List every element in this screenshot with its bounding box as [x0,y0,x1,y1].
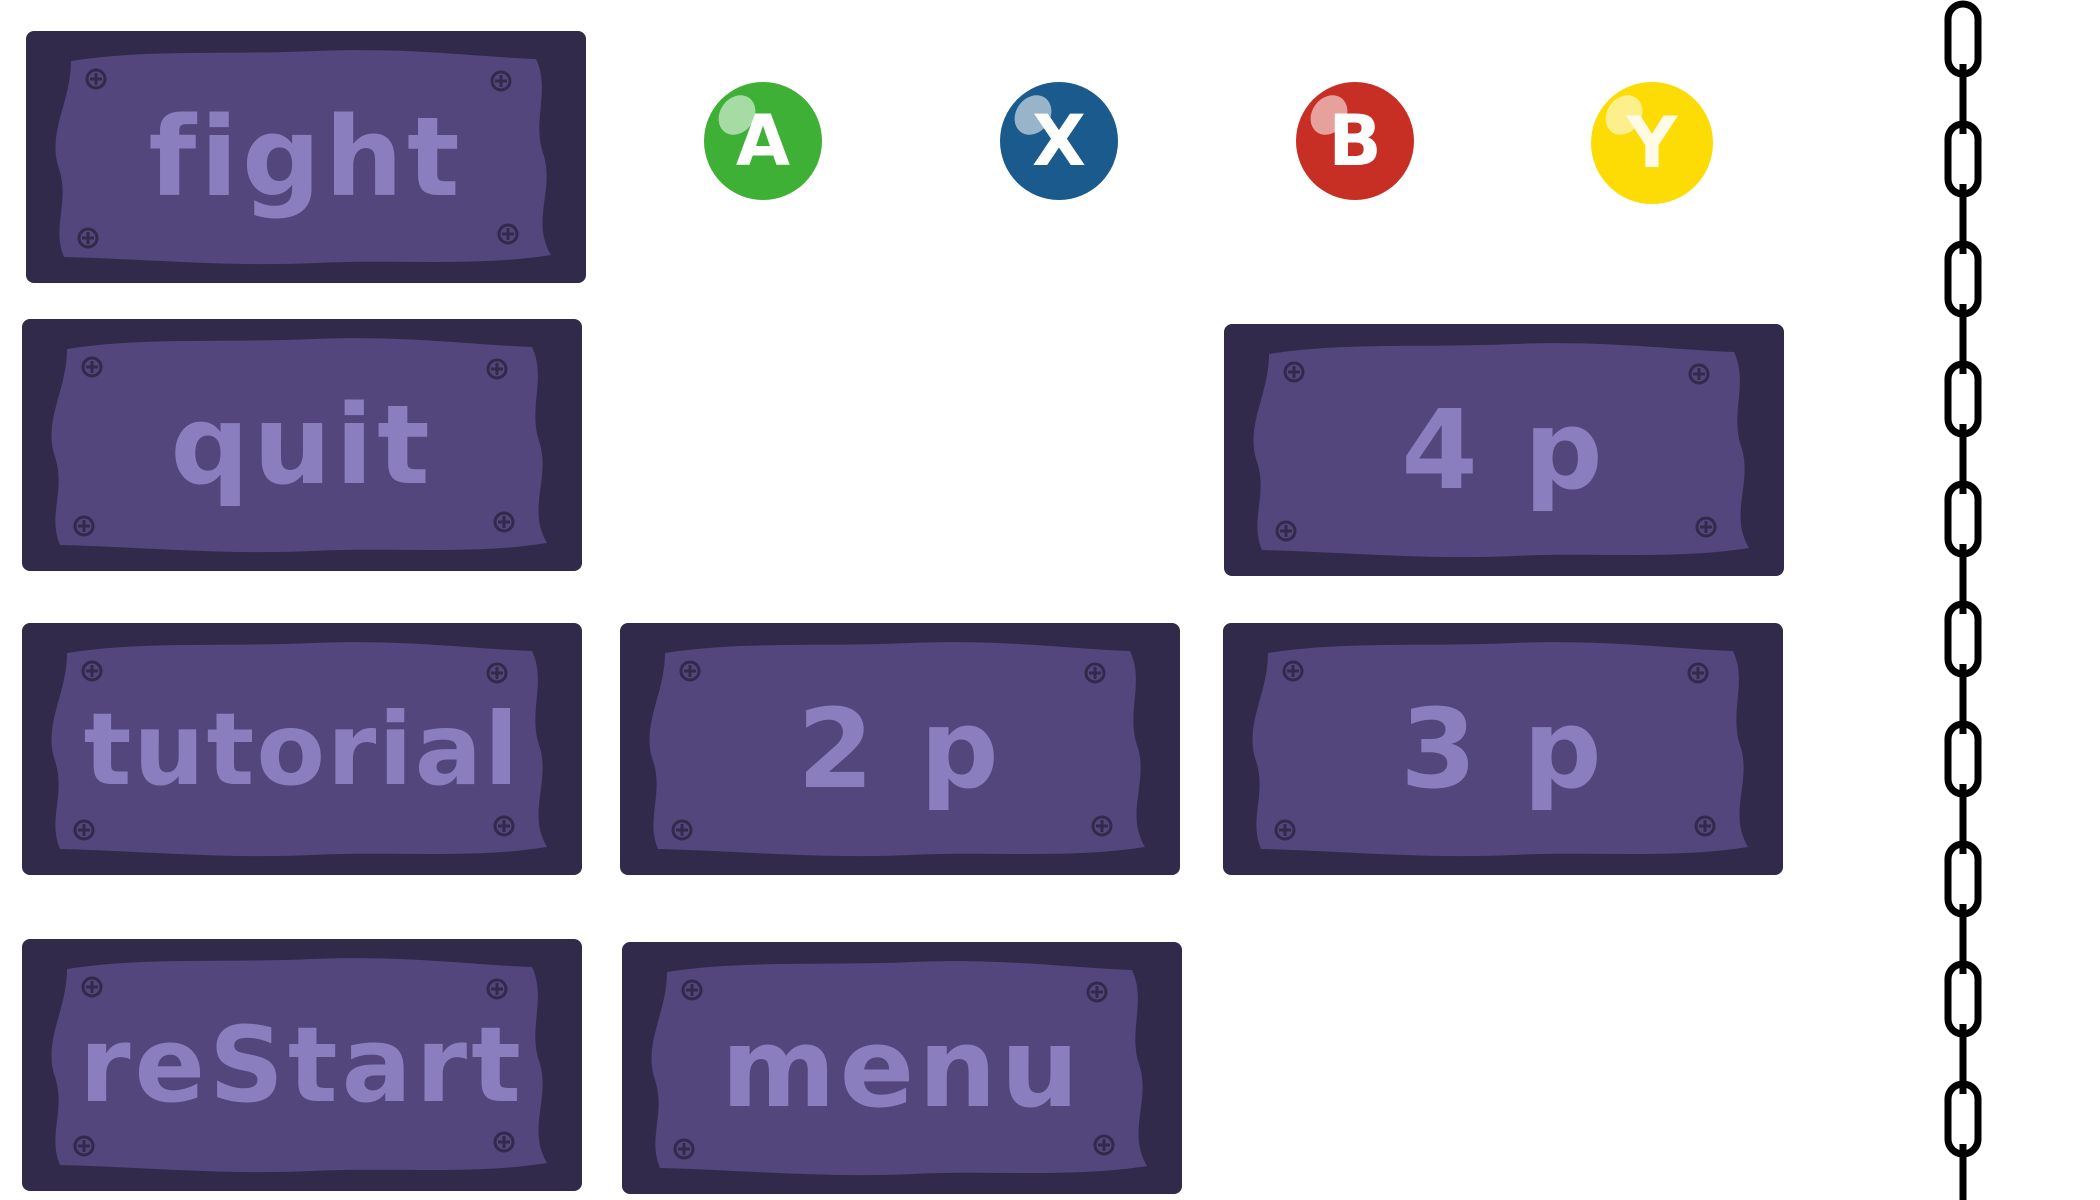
chain-link [1944,720,1982,798]
plank-plate [649,642,1145,857]
y-button-icon[interactable]: Y [1591,82,1713,204]
plank-plate [651,961,1147,1176]
plank-plate [55,50,551,265]
plank-board [649,642,1145,857]
chain-link [1944,360,1982,438]
b-button-glyph: B [1328,100,1382,182]
chain-icon [1944,0,1982,1200]
plank-board [51,642,547,857]
a-button-glyph: A [735,100,791,182]
three-players-button[interactable]: 3 p [1223,623,1783,875]
b-button-icon[interactable]: B [1296,82,1414,200]
chain-link [1944,960,1982,1038]
two-players-button[interactable]: 2 p [620,623,1180,875]
plank-plate [51,642,547,857]
plank-plate [51,338,547,553]
fight-button[interactable]: fight [26,31,586,283]
y-button-glyph: Y [1626,102,1678,184]
a-button-icon[interactable]: A [704,82,822,200]
restart-button[interactable]: reStart [22,939,582,1191]
x-button-icon[interactable]: X [1000,82,1118,200]
plank-board [1253,343,1749,558]
four-players-button[interactable]: 4 p [1224,324,1784,576]
chain-link [1944,840,1982,918]
chain-link [1944,1080,1982,1158]
plank-board [51,958,547,1173]
plank-plate [1253,343,1749,558]
chain-link [1944,0,1982,78]
quit-button[interactable]: quit [22,319,582,571]
x-button-glyph: X [1032,100,1086,182]
chain-link [1944,240,1982,318]
chain-link [1944,120,1982,198]
plank-board [55,50,551,265]
plank-board [651,961,1147,1176]
plank-plate [51,958,547,1173]
menu-button[interactable]: menu [622,942,1182,1194]
plank-board [51,338,547,553]
plank-board [1252,642,1748,857]
plank-plate [1252,642,1748,857]
chain-link [1944,600,1982,678]
tutorial-button[interactable]: tutorial [22,623,582,875]
chain-link [1944,480,1982,558]
